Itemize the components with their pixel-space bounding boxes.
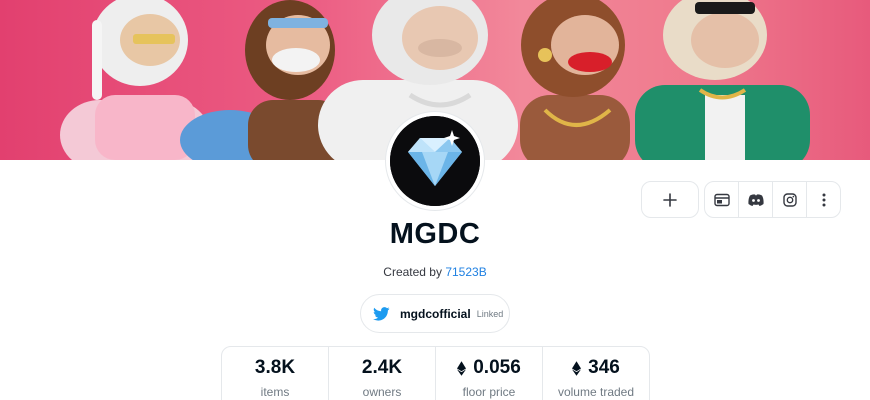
- stat-label: items: [260, 385, 290, 399]
- diamond-icon: [390, 116, 480, 206]
- collection-avatar: [386, 112, 484, 210]
- website-icon: [713, 193, 730, 206]
- instagram-button[interactable]: [773, 182, 807, 217]
- more-vertical-icon: [822, 193, 825, 206]
- stat-label: floor price: [462, 385, 516, 399]
- collection-title: MGDC: [389, 218, 481, 250]
- stat-items[interactable]: 3.8K items: [222, 347, 329, 400]
- twitter-icon: [373, 306, 390, 321]
- banner-ape-4: [520, 0, 630, 160]
- stat-volume-traded[interactable]: 346 volume traded: [543, 347, 649, 400]
- stat-floor-price[interactable]: 0.056 floor price: [436, 347, 543, 400]
- stat-number: 346: [588, 357, 620, 378]
- more-options-button[interactable]: [807, 182, 840, 217]
- stat-number: 2.4K: [361, 357, 403, 378]
- ethereum-icon: [572, 360, 582, 376]
- ethereum-icon: [457, 360, 467, 376]
- plus-icon: [663, 192, 677, 207]
- social-links-group: [704, 181, 841, 218]
- stat-value: 346: [572, 357, 620, 379]
- instagram-icon: [782, 192, 797, 207]
- stat-owners[interactable]: 2.4K owners: [329, 347, 436, 400]
- stat-value: 0.056: [457, 357, 521, 379]
- stat-label: owners: [362, 385, 402, 399]
- website-button[interactable]: [705, 182, 739, 217]
- banner-ape-5: [635, 0, 810, 160]
- discord-icon: [747, 193, 764, 206]
- creator-link[interactable]: 71523B: [445, 265, 486, 279]
- discord-button[interactable]: [739, 182, 773, 217]
- stat-number: 0.056: [473, 357, 521, 378]
- banner-ape-2: [180, 0, 343, 160]
- twitter-linked-label: Linked: [476, 308, 504, 319]
- add-button[interactable]: [641, 181, 699, 218]
- stat-number: 3.8K: [254, 357, 296, 378]
- twitter-link[interactable]: mgdcofficial Linked: [360, 294, 510, 333]
- stat-value: 3.8K: [255, 357, 295, 379]
- stat-value: 2.4K: [362, 357, 402, 379]
- collection-stats: 3.8K items 2.4K owners 0.056 floor price…: [221, 346, 650, 400]
- created-by-label: Created by: [383, 265, 442, 279]
- created-by-line: Created by 71523B: [0, 265, 870, 279]
- stat-label: volume traded: [557, 385, 635, 399]
- twitter-handle: mgdcofficial: [400, 306, 471, 321]
